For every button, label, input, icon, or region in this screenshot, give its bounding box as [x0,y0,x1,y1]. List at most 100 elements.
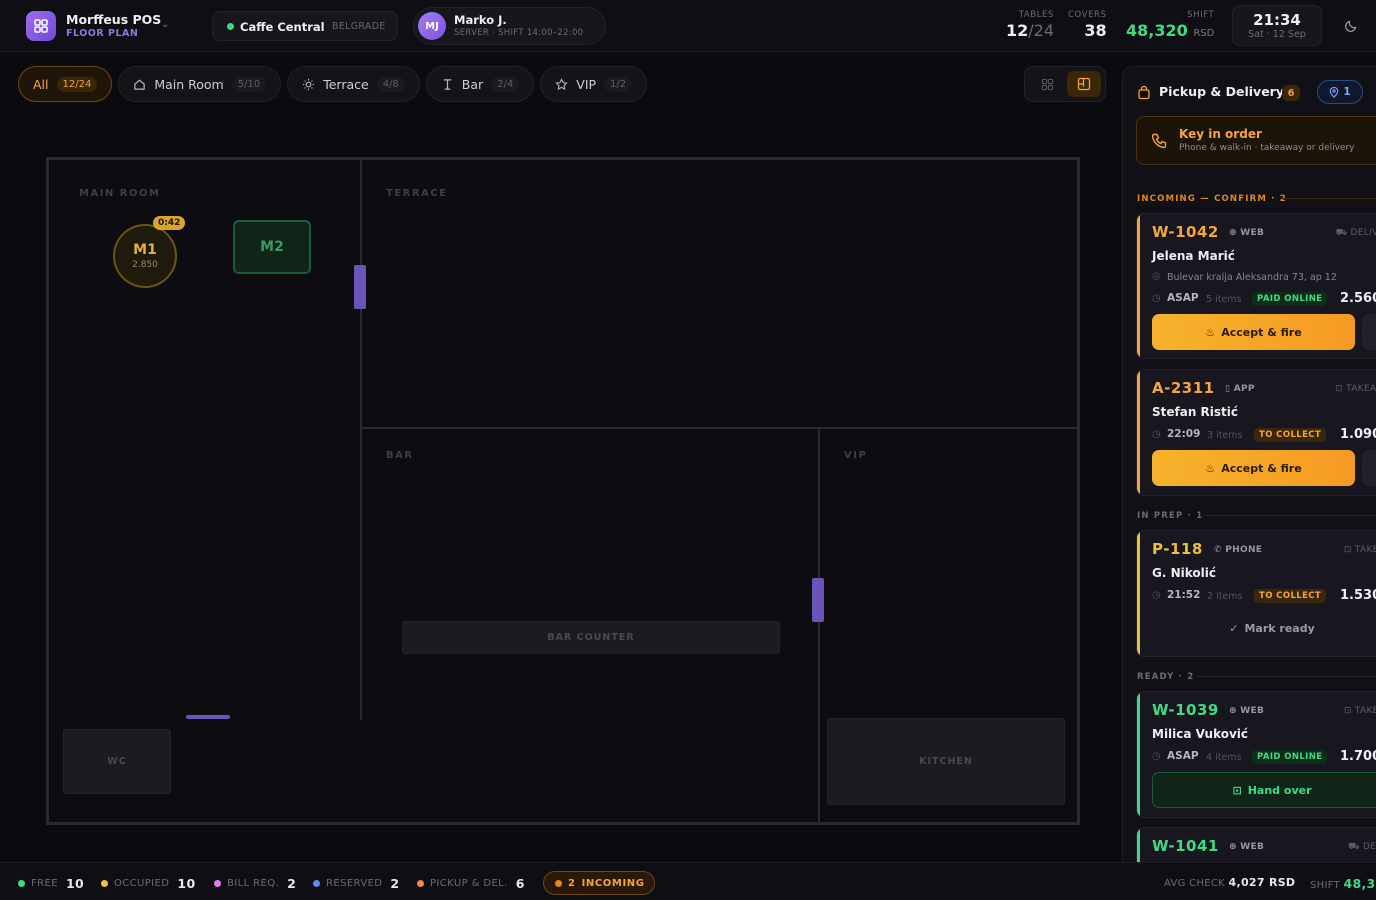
filter-vip[interactable]: VIP 1/2 [540,66,648,102]
incoming-count: 2 [568,877,576,889]
order-time: ASAP [1167,750,1199,762]
pin-count: 1 [1343,86,1351,98]
grid-view-button[interactable] [1030,71,1064,97]
order-source-label: WEB [1240,228,1265,238]
order-source: ⊕ WEB [1229,228,1264,238]
map-pin-filter[interactable]: 1 [1317,80,1363,104]
pickup-delivery-panel: Pickup & Delivery 6 1 Key in order Phone… [1122,66,1376,866]
app-logo[interactable] [26,11,56,41]
order-items: 3 items [1207,430,1243,441]
brand[interactable]: Morffeus POS FLOOR PLAN [66,12,161,39]
section-ready: READY · 2 [1137,672,1195,682]
order-kind: ⛟ DELIV [1348,842,1376,853]
button-label: Accept & fire [1221,325,1302,339]
order-code: P-118 [1152,540,1203,558]
tables-used: 12 [1006,21,1029,40]
filter-count: 4/8 [376,76,405,92]
chevron-down-icon[interactable]: ⌄ [161,19,169,30]
filter-count: 2/4 [491,76,520,92]
order-amount: 2.560 [1340,291,1376,306]
more-button[interactable] [1362,314,1376,350]
flame-icon: ♨ [1205,325,1216,339]
accept-fire-button[interactable]: ♨ Accept & fire [1152,450,1355,486]
key-in-subtitle: Phone & walk-in · takeaway or delivery [1179,143,1355,153]
avatar: MJ [418,12,446,40]
order-card-w1041[interactable]: W-1041 ⊕ WEB ⛟ DELIV [1136,827,1376,866]
filter-label: VIP [576,76,597,92]
floor-plan: MAIN ROOM TERRACE BAR VIP M1 2.850 0:42 … [46,157,1080,825]
table-m2[interactable]: M2 [233,220,311,274]
order-card-p118[interactable]: P-118 ✆ PHONE ⊡ TAKEAV G. Nikolić 12 ◷ 2… [1136,530,1376,657]
order-card-w1039[interactable]: W-1039 ⊕ WEB ⊡ TAKEAV Milica Vuković 25 … [1136,691,1376,818]
clock-icon: ◷ [1152,590,1161,601]
shift-stat: SHIFT 48,320 RSD [1126,10,1214,40]
bar-counter: BAR COUNTER [402,621,780,654]
phone-app-icon: ▯ [1225,384,1231,394]
shift-label: SHIFT [1187,10,1215,20]
order-code: W-1041 [1152,837,1219,855]
bag-icon: ⊡ [1335,384,1343,394]
shift-total: SHIFT 48,3 [1310,876,1376,891]
moon-icon[interactable] [1344,17,1360,33]
order-items: 4 items [1206,752,1242,763]
floor-view-button[interactable] [1067,71,1101,97]
globe-icon: ⊕ [1229,228,1237,238]
flame-icon: ♨ [1205,461,1216,475]
filter-label: All [33,76,49,92]
customer-name: Milica Vuković [1152,727,1249,741]
location-name: Caffe Central [240,20,325,34]
location-selector[interactable]: Caffe Central BELGRADE [212,11,398,41]
legend-reserved: RESERVED 2 [313,876,400,891]
home-icon [134,79,146,90]
filter-terrace[interactable]: Terrace 4/8 [287,66,420,102]
bag-icon: ⊡ [1343,706,1352,716]
order-card-w1042[interactable]: W-1042 ⊕ WEB ⛟ DELIVER Jelena Marić 3 ◎ … [1136,213,1376,359]
tables-stat: TABLES 12/24 [1006,10,1054,40]
legend-label: PICKUP & DEL. [430,878,508,889]
legend-label: BILL REQ. [227,878,280,889]
covers-label: COVERS [1068,10,1107,20]
shift-total-label: SHIFT [1310,880,1341,891]
legend-dot [101,880,108,887]
clock-date: Sat · 12 Sep [1248,29,1306,40]
tables-label: TABLES [1018,10,1055,20]
hand-over-button[interactable]: ⊡ Hand over [1152,772,1376,808]
bag-icon: ⊡ [1343,545,1352,555]
filter-bar[interactable]: Bar 2/4 [425,66,535,102]
clock-icon: ◷ [1152,429,1161,440]
bag-icon: ⊡ [1232,783,1242,797]
customer-name: Jelena Marić [1152,249,1235,263]
accept-fire-button[interactable]: ♨ Accept & fire [1152,314,1355,350]
order-source-label: WEB [1240,706,1265,716]
covers-stat: COVERS 38 [1068,10,1107,40]
tables-total: /24 [1028,21,1055,40]
shift-currency: RSD [1193,28,1215,39]
covers-value: 38 [1084,21,1107,40]
legend-occupied: OCCUPIED 10 [101,876,196,891]
section-incoming: INCOMING — CONFIRM · 2 [1137,194,1287,204]
more-button[interactable] [1362,450,1376,486]
incoming-label: INCOMING [581,877,645,889]
legend-value: 2 [390,876,400,891]
incoming-orders-button[interactable]: 2 INCOMING [543,871,655,895]
order-source: ✆ PHONE [1214,545,1262,555]
status-bar [1137,370,1140,495]
map-pin-icon: ◎ [1152,271,1161,282]
shift-amount: 48,320 [1126,21,1188,40]
legend-dot [214,880,221,887]
zone-filters: All 12/24 Main Room 5/10 Terrace 4/8 Bar… [18,66,648,102]
order-card-a2311[interactable]: A-2311 ▯ APP ⊡ TAKEAWA Stefan Ristić 1 ◷… [1136,369,1376,496]
divider [1197,676,1376,677]
payment-status: TO COLLECT [1254,428,1327,442]
user-menu[interactable]: MJ Marko J. SERVER · SHIFT 14:00–22:00 [413,7,606,45]
user-role: SERVER · SHIFT 14:00–22:00 [454,28,584,38]
key-in-order-button[interactable]: Key in order Phone & walk-in · takeaway … [1136,116,1376,165]
filter-main-room[interactable]: Main Room 5/10 [118,66,282,102]
order-source: ⊕ WEB [1229,706,1264,716]
legend-free: FREE 10 [18,876,84,891]
clock-time: 21:34 [1253,11,1301,29]
filter-all[interactable]: All 12/24 [18,66,113,102]
mark-ready-button[interactable]: ✓ Mark ready [1152,611,1376,645]
kitchen-room: KITCHEN [827,718,1065,805]
table-m1[interactable]: M1 2.850 [113,224,177,288]
